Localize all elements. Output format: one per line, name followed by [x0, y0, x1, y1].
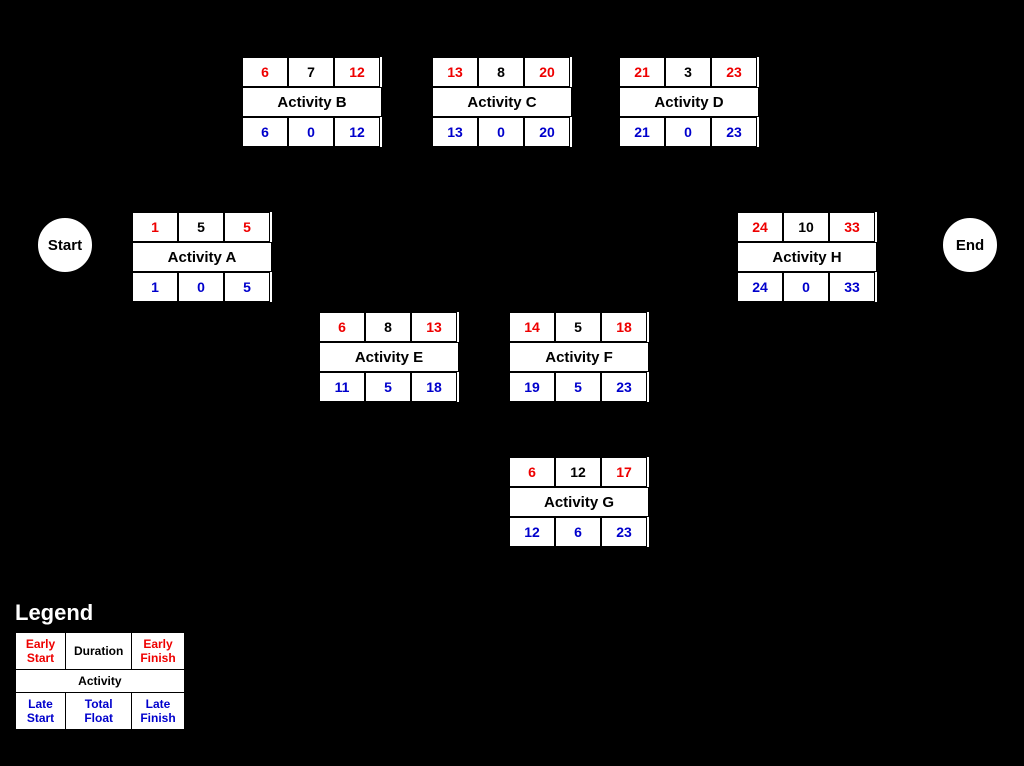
legend: Legend EarlyStart Duration EarlyFinish A…	[15, 600, 185, 730]
c-tf: 0	[478, 117, 524, 147]
legend-activity: Activity	[16, 670, 185, 693]
end-circle: End	[940, 215, 1000, 275]
e-es: 6	[319, 312, 365, 342]
c-ls: 13	[432, 117, 478, 147]
g-label: Activity G	[509, 487, 649, 517]
d-ef: 23	[711, 57, 757, 87]
f-dur: 5	[555, 312, 601, 342]
activity-a-node: 1 5 5 Activity A 1 0 5	[130, 210, 274, 304]
legend-dur: Duration	[66, 633, 132, 670]
g-lf: 23	[601, 517, 647, 547]
b-tf: 0	[288, 117, 334, 147]
f-tf: 5	[555, 372, 601, 402]
d-dur: 3	[665, 57, 711, 87]
activity-e-node: 6 8 13 Activity E 11 5 18	[317, 310, 461, 404]
f-label: Activity F	[509, 342, 649, 372]
activity-f-node: 14 5 18 Activity F 19 5 23	[507, 310, 651, 404]
b-label: Activity B	[242, 87, 382, 117]
g-tf: 6	[555, 517, 601, 547]
a-label: Activity A	[132, 242, 272, 272]
a-es: 1	[132, 212, 178, 242]
legend-ef: EarlyFinish	[132, 633, 184, 670]
g-ls: 12	[509, 517, 555, 547]
h-tf: 0	[783, 272, 829, 302]
b-ls: 6	[242, 117, 288, 147]
d-ls: 21	[619, 117, 665, 147]
f-es: 14	[509, 312, 555, 342]
h-ef: 33	[829, 212, 875, 242]
a-tf: 0	[178, 272, 224, 302]
diagram-container: Start End 1 5 5 Activity A 1 0 5 6 7 12 …	[0, 0, 1024, 766]
a-dur: 5	[178, 212, 224, 242]
b-es: 6	[242, 57, 288, 87]
g-ef: 17	[601, 457, 647, 487]
g-es: 6	[509, 457, 555, 487]
e-ls: 11	[319, 372, 365, 402]
legend-ls: LateStart	[16, 693, 66, 730]
start-circle: Start	[35, 215, 95, 275]
d-tf: 0	[665, 117, 711, 147]
e-ef: 13	[411, 312, 457, 342]
e-label: Activity E	[319, 342, 459, 372]
h-lf: 33	[829, 272, 875, 302]
b-ef: 12	[334, 57, 380, 87]
d-es: 21	[619, 57, 665, 87]
a-lf: 5	[224, 272, 270, 302]
h-dur: 10	[783, 212, 829, 242]
c-es: 13	[432, 57, 478, 87]
c-dur: 8	[478, 57, 524, 87]
e-lf: 18	[411, 372, 457, 402]
legend-table: EarlyStart Duration EarlyFinish Activity…	[15, 632, 185, 730]
h-ls: 24	[737, 272, 783, 302]
activity-h-node: 24 10 33 Activity H 24 0 33	[735, 210, 879, 304]
activity-d-node: 21 3 23 Activity D 21 0 23	[617, 55, 761, 149]
b-lf: 12	[334, 117, 380, 147]
a-ef: 5	[224, 212, 270, 242]
activity-c-node: 13 8 20 Activity C 13 0 20	[430, 55, 574, 149]
activity-b-node: 6 7 12 Activity B 6 0 12	[240, 55, 384, 149]
f-ls: 19	[509, 372, 555, 402]
legend-title: Legend	[15, 600, 185, 626]
f-lf: 23	[601, 372, 647, 402]
h-es: 24	[737, 212, 783, 242]
b-dur: 7	[288, 57, 334, 87]
c-ef: 20	[524, 57, 570, 87]
e-dur: 8	[365, 312, 411, 342]
d-label: Activity D	[619, 87, 759, 117]
end-label: End	[956, 237, 984, 254]
legend-es: EarlyStart	[16, 633, 66, 670]
f-ef: 18	[601, 312, 647, 342]
a-ls: 1	[132, 272, 178, 302]
start-label: Start	[48, 237, 82, 254]
activity-g-node: 6 12 17 Activity G 12 6 23	[507, 455, 651, 549]
h-label: Activity H	[737, 242, 877, 272]
g-dur: 12	[555, 457, 601, 487]
legend-total-float: TotalFloat	[66, 693, 132, 730]
c-lf: 20	[524, 117, 570, 147]
c-label: Activity C	[432, 87, 572, 117]
d-lf: 23	[711, 117, 757, 147]
legend-lf: LateFinish	[132, 693, 184, 730]
e-tf: 5	[365, 372, 411, 402]
